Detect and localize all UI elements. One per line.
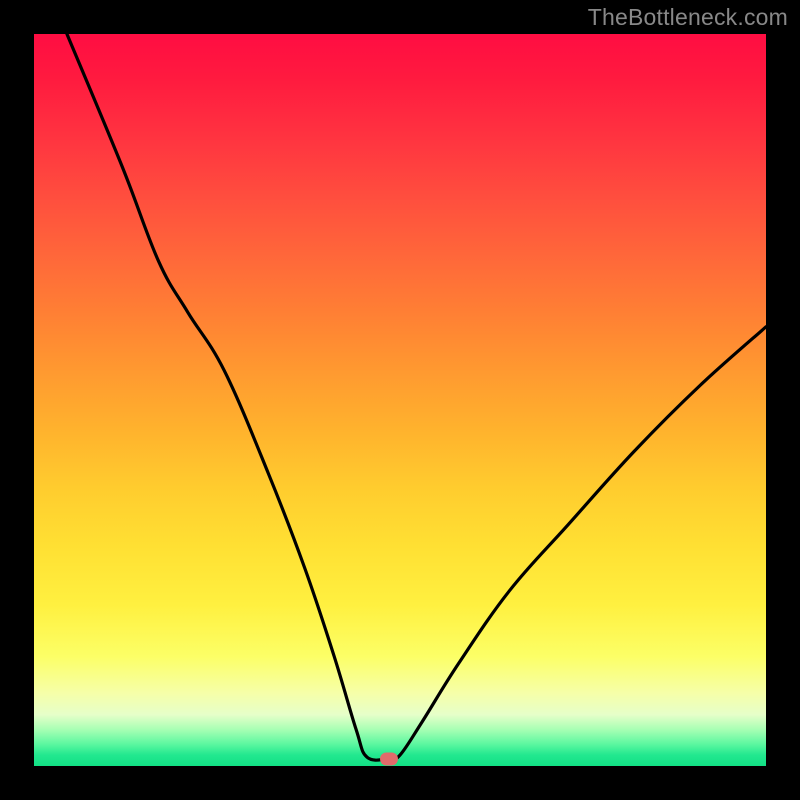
bottleneck-curve [34,34,766,766]
plot-area [34,34,766,766]
chart-frame: TheBottleneck.com [0,0,800,800]
optimal-point-marker [380,753,398,766]
watermark-text: TheBottleneck.com [588,4,788,31]
